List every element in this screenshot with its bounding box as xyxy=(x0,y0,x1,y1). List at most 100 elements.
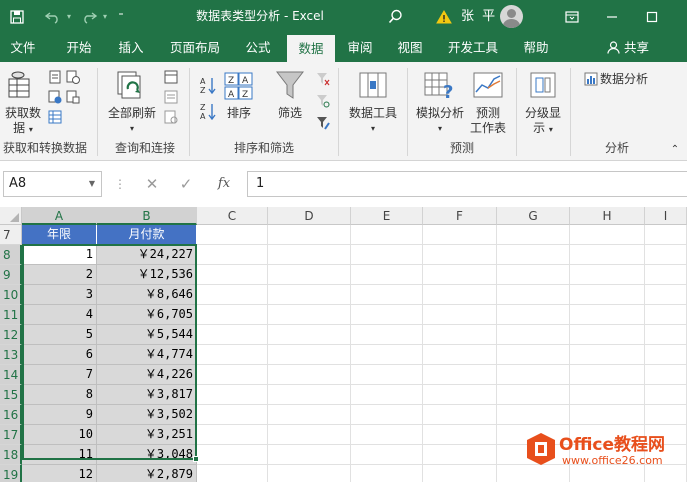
advanced-filter-icon[interactable] xyxy=(316,116,330,130)
table-cell[interactable]: ￥2,879 xyxy=(97,465,197,482)
formula-input[interactable]: 1 xyxy=(247,171,687,197)
row-header-7[interactable]: 7 xyxy=(0,225,22,245)
share-button[interactable]: 共享 xyxy=(603,33,653,62)
from-text-icon[interactable] xyxy=(48,70,62,84)
from-table-icon[interactable] xyxy=(48,110,62,124)
table-cell[interactable]: 2 xyxy=(22,265,97,285)
forecast-sheet-button[interactable]: 预测 工作表 xyxy=(468,106,508,136)
from-web-icon[interactable] xyxy=(48,90,62,104)
row-header-16[interactable]: 16 xyxy=(0,405,22,425)
select-all-corner[interactable] xyxy=(0,207,22,225)
fill-handle[interactable] xyxy=(193,456,199,462)
get-data-button[interactable]: 获取数 据 ▾ xyxy=(2,106,44,137)
sort-descending-icon[interactable]: ZA xyxy=(200,102,216,121)
refresh-all-button[interactable]: 全部刷新 ▾ xyxy=(104,106,160,136)
table-cell[interactable]: 3 xyxy=(22,285,97,305)
table-header-cell[interactable]: 月付款 xyxy=(97,225,197,245)
tab-developer[interactable]: 开发工具 xyxy=(442,33,504,62)
cancel-icon[interactable]: ✕ xyxy=(142,171,162,197)
maximize-icon[interactable] xyxy=(640,0,664,33)
enter-icon[interactable]: ✓ xyxy=(176,171,196,197)
collapse-ribbon-icon[interactable]: ⌃ xyxy=(668,142,682,157)
row-header-9[interactable]: 9 xyxy=(0,265,22,285)
properties-icon[interactable] xyxy=(164,90,178,104)
tab-page-layout[interactable]: 页面布局 xyxy=(164,33,226,62)
formula-bar-grip-icon[interactable]: ⋮ xyxy=(114,171,126,197)
data-tools-button[interactable]: 数据工具 ▾ xyxy=(344,106,402,136)
column-header-h[interactable]: H xyxy=(570,207,645,225)
row-header-14[interactable]: 14 xyxy=(0,365,22,385)
tab-home[interactable]: 开始 xyxy=(58,33,100,62)
clear-filter-icon[interactable] xyxy=(316,72,330,86)
row-header-13[interactable]: 13 xyxy=(0,345,22,365)
insert-function-icon[interactable]: fx xyxy=(214,171,234,197)
filter-button[interactable]: 筛选 xyxy=(272,106,308,121)
group-label-get-transform: 获取和转换数据 xyxy=(2,141,87,155)
table-cell[interactable]: ￥3,048 xyxy=(97,445,197,465)
table-cell[interactable]: ￥3,251 xyxy=(97,425,197,445)
reapply-icon[interactable] xyxy=(316,94,330,108)
recent-sources-icon[interactable] xyxy=(66,70,80,84)
tab-formulas[interactable]: 公式 xyxy=(238,33,278,62)
row-header-11[interactable]: 11 xyxy=(0,305,22,325)
row-header-19[interactable]: 19 xyxy=(0,465,22,482)
table-cell[interactable]: ￥12,536 xyxy=(97,265,197,285)
tab-help[interactable]: 帮助 xyxy=(516,33,556,62)
table-cell[interactable]: ￥4,226 xyxy=(97,365,197,385)
table-cell[interactable]: ￥4,774 xyxy=(97,345,197,365)
table-cell[interactable]: ￥6,705 xyxy=(97,305,197,325)
row-header-10[interactable]: 10 xyxy=(0,285,22,305)
row-header-15[interactable]: 15 xyxy=(0,385,22,405)
active-cell[interactable]: 1 xyxy=(22,245,97,265)
data-tools-label: 数据工具 xyxy=(348,106,397,120)
ribbon-display-options-icon[interactable] xyxy=(560,0,584,33)
table-cell[interactable]: ￥3,817 xyxy=(97,385,197,405)
column-header-d[interactable]: D xyxy=(268,207,351,225)
minimize-icon[interactable] xyxy=(600,0,624,33)
table-cell[interactable]: ￥3,502 xyxy=(97,405,197,425)
table-header-cell[interactable]: 年限 xyxy=(22,225,97,245)
search-icon[interactable] xyxy=(384,0,406,33)
column-header-b[interactable]: B xyxy=(97,207,197,225)
queries-connections-icon[interactable] xyxy=(164,70,178,84)
tab-data[interactable]: 数据 xyxy=(287,35,335,62)
table-cell[interactable]: 12 xyxy=(22,465,97,482)
edit-links-icon[interactable] xyxy=(164,110,178,124)
avatar[interactable] xyxy=(500,5,523,28)
table-cell[interactable]: 4 xyxy=(22,305,97,325)
column-header-f[interactable]: F xyxy=(423,207,497,225)
column-header-g[interactable]: G xyxy=(497,207,570,225)
column-header-i[interactable]: I xyxy=(645,207,687,225)
tab-insert[interactable]: 插入 xyxy=(111,33,151,62)
table-cell[interactable]: 10 xyxy=(22,425,97,445)
what-if-button[interactable]: 模拟分析 ▾ xyxy=(412,106,468,136)
column-header-c[interactable]: C xyxy=(197,207,268,225)
existing-connections-icon[interactable] xyxy=(66,90,80,104)
row-header-18[interactable]: 18 xyxy=(0,445,22,465)
table-cell[interactable]: 11 xyxy=(22,445,97,465)
outline-button[interactable]: 分级显 示 ▾ xyxy=(520,106,566,137)
row-header-17[interactable]: 17 xyxy=(0,425,22,445)
column-header-a[interactable]: A xyxy=(22,207,97,225)
row-header-12[interactable]: 12 xyxy=(0,325,22,345)
table-cell[interactable]: 8 xyxy=(22,385,97,405)
table-cell[interactable]: 5 xyxy=(22,325,97,345)
column-header-e[interactable]: E xyxy=(351,207,423,225)
chevron-down-icon[interactable]: ▼ xyxy=(89,172,95,196)
name-box[interactable]: A8 ▼ xyxy=(3,171,102,197)
table-cell[interactable]: 9 xyxy=(22,405,97,425)
row-header-8[interactable]: 8 xyxy=(0,245,22,265)
table-cell[interactable]: 7 xyxy=(22,365,97,385)
table-cell[interactable]: ￥24,227 xyxy=(97,245,197,265)
user-name[interactable]: 张 平 xyxy=(461,0,497,33)
table-cell[interactable]: 6 xyxy=(22,345,97,365)
data-analysis-button[interactable]: 数据分析 xyxy=(600,72,660,87)
sort-ascending-icon[interactable]: AZ xyxy=(200,76,216,95)
table-cell[interactable]: ￥8,646 xyxy=(97,285,197,305)
tab-file[interactable]: 文件 xyxy=(3,33,43,62)
tab-view[interactable]: 视图 xyxy=(392,33,428,62)
warning-icon[interactable] xyxy=(434,0,454,33)
tab-review[interactable]: 审阅 xyxy=(340,33,380,62)
sort-button[interactable]: 排序 xyxy=(222,106,256,121)
table-cell[interactable]: ￥5,544 xyxy=(97,325,197,345)
